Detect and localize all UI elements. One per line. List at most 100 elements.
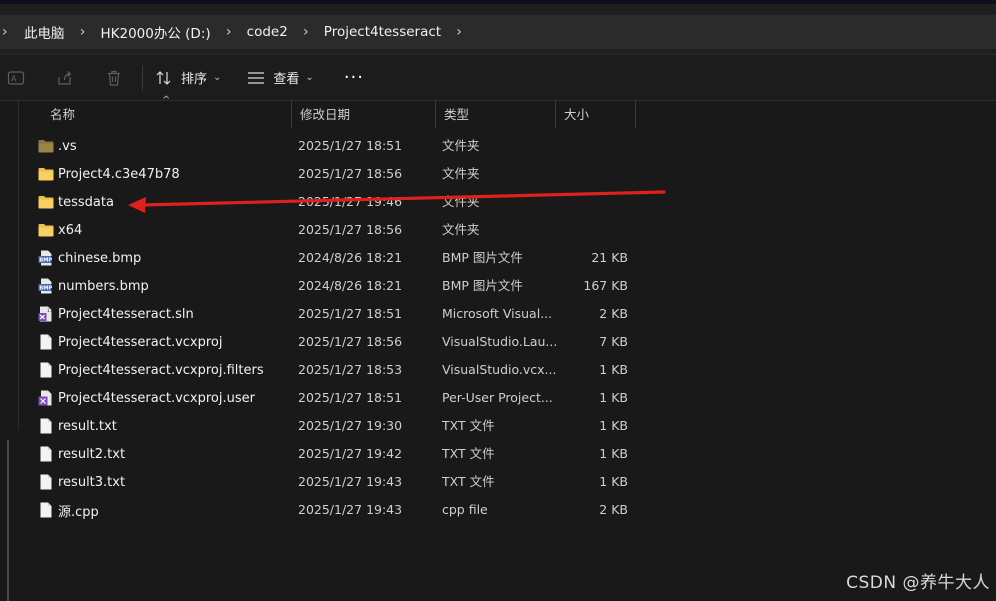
file-type: BMP 图片文件 [442,278,523,293]
file-type: 文件夹 [442,222,480,237]
rename-icon[interactable]: A [6,68,26,88]
file-date: 2025/1/27 18:53 [298,362,403,377]
file-name-cell[interactable]: Project4.c3e47b78 [38,160,180,188]
file-type: TXT 文件 [442,446,495,461]
chevron-right-icon[interactable]: › [0,24,18,40]
file-icon [38,502,54,518]
file-icon [38,334,54,350]
file-name: x64 [58,222,83,238]
table-row[interactable]: 源.cpp 2025/1/27 19:43 cpp file 2 KB [0,496,996,524]
file-name: result3.txt [58,474,126,490]
file-name: Project4tesseract.vcxproj.filters [58,362,264,378]
column-header-name[interactable]: 名称 [42,101,292,128]
breadcrumb-item-drive[interactable]: HK2000办公 (D:) [95,22,217,42]
table-row[interactable]: BMP numbers.bmp 2024/8/26 18:21 BMP 图片文件 167… [0,272,996,300]
table-row[interactable]: tessdata 2025/1/27 19:46 文件夹 [0,188,996,216]
file-date: 2025/1/27 18:51 [298,138,403,153]
breadcrumb-item-this-pc[interactable]: 此电脑 [18,22,71,42]
file-name-cell[interactable]: BMP chinese.bmp [38,244,141,272]
file-name-cell[interactable]: Project4tesseract.vcxproj.filters [38,356,264,384]
file-name-cell[interactable]: tessdata [38,188,114,216]
chevron-right-icon[interactable]: › [447,24,471,40]
folder-icon [38,166,54,182]
file-name-cell[interactable]: x64 [38,216,82,244]
file-type: TXT 文件 [442,418,495,433]
file-icon [38,474,54,490]
toolbar-divider [142,64,143,91]
visual-studio-solution-icon: 17 [38,306,54,322]
file-size: 2 KB [599,306,628,321]
file-name: tessdata [58,194,114,210]
file-name-cell[interactable]: 17 Project4tesseract.sln [38,300,194,328]
table-row[interactable]: 17 Project4tesseract.sln 2025/1/27 18:51 Mi… [0,300,996,328]
file-date: 2024/8/26 18:21 [298,278,403,293]
file-size: 167 KB [583,278,628,293]
column-header-date[interactable]: 修改日期 [292,101,436,128]
file-name: Project4.c3e47b78 [58,166,180,182]
sort-icon [155,70,173,86]
file-size: 1 KB [599,418,628,433]
file-type: Microsoft Visual... [442,306,553,321]
breadcrumb-item-code2[interactable]: code2 [241,24,294,40]
table-row[interactable]: Project4.c3e47b78 2025/1/27 18:56 文件夹 [0,160,996,188]
bmp-file-icon: BMP [38,278,54,294]
file-name: numbers.bmp [58,278,149,294]
svg-text:BMP: BMP [39,258,52,264]
file-name-cell[interactable]: Project4tesseract.vcxproj [38,328,223,356]
table-row[interactable]: Project4tesseract.vcxproj.user 2025/1/27 … [0,384,996,412]
file-date: 2025/1/27 18:56 [298,166,403,181]
breadcrumb-item-project[interactable]: Project4tesseract [318,24,447,40]
sort-button[interactable]: 排序 ⌄ [155,68,221,87]
address-bar: › 此电脑 › HK2000办公 (D:) › code2 › Project4… [0,4,996,55]
folder-icon [38,222,54,238]
file-date: 2025/1/27 18:56 [298,334,403,349]
file-name-cell[interactable]: 源.cpp [38,496,99,524]
file-name: 源.cpp [58,504,99,520]
svg-text:A: A [11,74,17,83]
table-row[interactable]: result.txt 2025/1/27 19:30 TXT 文件 1 KB [0,412,996,440]
chevron-right-icon[interactable]: › [71,24,95,40]
file-size: 1 KB [599,474,628,489]
file-name-cell[interactable]: .vs [38,132,77,160]
share-icon[interactable] [55,68,75,88]
view-list-icon [247,71,265,85]
table-row[interactable]: Project4tesseract.vcxproj.filters 2025/1/… [0,356,996,384]
file-name-cell[interactable]: Project4tesseract.vcxproj.user [38,384,255,412]
file-name: .vs [58,138,77,154]
column-header-size[interactable]: 大小 [556,101,636,128]
file-name-cell[interactable]: result.txt [38,412,117,440]
file-date: 2025/1/27 19:46 [298,194,403,209]
file-date: 2025/1/27 19:43 [298,502,403,517]
file-type: 文件夹 [442,166,480,181]
table-row[interactable]: Project4tesseract.vcxproj 2025/1/27 18:56… [0,328,996,356]
trash-icon[interactable] [104,68,124,88]
file-name: Project4tesseract.vcxproj [58,334,223,350]
file-icon [38,418,54,434]
more-options-icon[interactable]: ··· [344,67,364,88]
file-name-cell[interactable]: result2.txt [38,440,125,468]
file-type: Per-User Project... [442,390,553,405]
file-size: 1 KB [599,390,628,405]
table-row[interactable]: BMP chinese.bmp 2024/8/26 18:21 BMP 图片文件 21 … [0,244,996,272]
command-bar: A 排序 ⌄ 查看 ⌄ ··· [0,55,996,101]
table-row[interactable]: .vs 2025/1/27 18:51 文件夹 [0,132,996,160]
file-icon [38,446,54,462]
file-type: TXT 文件 [442,474,495,489]
file-type: 文件夹 [442,138,480,153]
table-row[interactable]: result3.txt 2025/1/27 19:43 TXT 文件 1 KB [0,468,996,496]
file-name-cell[interactable]: BMP numbers.bmp [38,272,149,300]
file-name: result2.txt [58,446,126,462]
chevron-right-icon[interactable]: › [294,24,318,40]
file-size: 2 KB [599,502,628,517]
column-header-type[interactable]: 类型 [436,101,556,128]
table-row[interactable]: x64 2025/1/27 18:56 文件夹 [0,216,996,244]
chevron-right-icon[interactable]: › [217,24,241,40]
view-button[interactable]: 查看 ⌄ [247,68,314,87]
folder-icon [38,138,54,154]
file-name-cell[interactable]: result3.txt [38,468,125,496]
breadcrumb[interactable]: › 此电脑 › HK2000办公 (D:) › code2 › Project4… [0,15,996,49]
file-icon [38,362,54,378]
visual-studio-user-file-icon [38,390,54,406]
table-row[interactable]: result2.txt 2025/1/27 19:42 TXT 文件 1 KB [0,440,996,468]
file-type: 文件夹 [442,194,480,209]
